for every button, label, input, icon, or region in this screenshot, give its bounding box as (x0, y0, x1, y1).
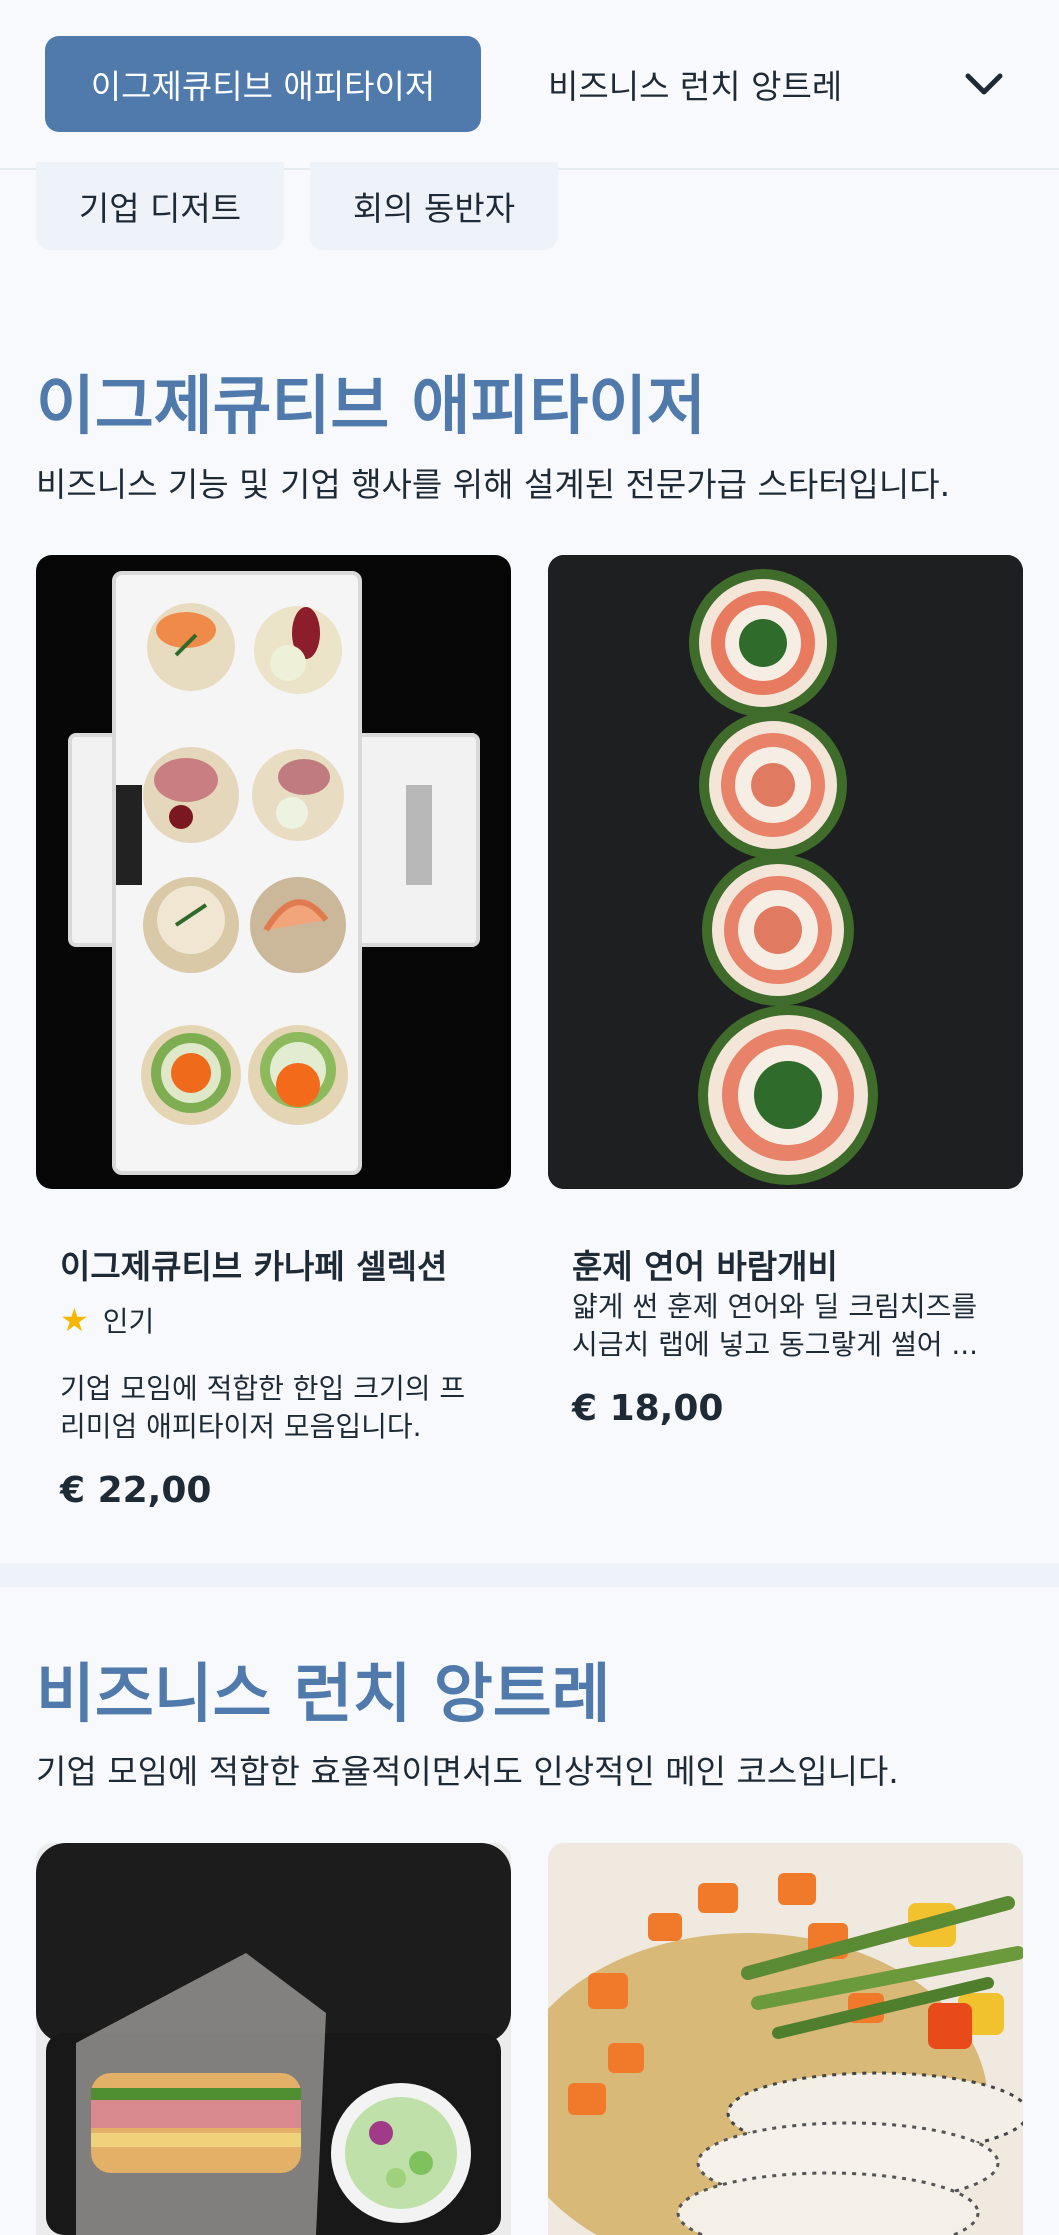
description-line: 시금치 랩에 넣고 동그랗게 썰어 ... (572, 1328, 979, 1361)
section-description-lunch-entrees: 기업 모임에 적합한 효율적이면서도 인상적인 메인 코스입니다. (36, 1752, 899, 1791)
popular-badge: ★ 인기 (60, 1300, 154, 1340)
sandwich-box-image[interactable] (36, 1843, 511, 2235)
section-description-appetizers: 비즈니스 기능 및 기업 행사를 위해 설계된 전문가급 스타터입니다. (36, 465, 951, 504)
section-title-appetizers: 이그제큐티브 애피타이저 (36, 370, 706, 444)
canape-selection-image[interactable] (36, 555, 511, 1189)
tab-business-lunch-entrees[interactable]: 비즈니스 런치 앙트레 (548, 36, 842, 132)
chevron-down-icon[interactable] (960, 60, 1008, 108)
category-chips: 기업 디저트 회의 동반자 (0, 162, 1059, 260)
product-description-canape: 기업 모임에 적합한 한입 크기의 프 리미엄 애피타이저 모음입니다. (60, 1370, 465, 1446)
description-line: 기업 모임에 적합한 한입 크기의 프 (60, 1372, 466, 1405)
category-nav: 이그제큐티브 애피타이저 비즈니스 런치 앙트레 (0, 0, 1059, 170)
section-title-lunch-entrees: 비즈니스 런치 앙트레 (36, 1658, 611, 1732)
star-icon: ★ (60, 1301, 89, 1339)
section-divider (0, 1563, 1059, 1587)
chicken-couscous-image[interactable] (548, 1843, 1023, 2235)
description-line: 리미엄 애피타이저 모음입니다. (60, 1410, 422, 1443)
chip-corporate-desserts[interactable]: 기업 디저트 (36, 162, 284, 250)
tab-executive-appetizers[interactable]: 이그제큐티브 애피타이저 (45, 36, 481, 132)
product-name-canape[interactable]: 이그제큐티브 카나페 셀렉션 (60, 1240, 447, 1288)
product-price-canape: € 22,00 (60, 1470, 212, 1511)
chip-meeting-companions[interactable]: 회의 동반자 (310, 162, 558, 250)
description-line: 얇게 썬 훈제 연어와 딜 크림치즈를 (572, 1290, 978, 1323)
salmon-pinwheels-image[interactable] (548, 555, 1023, 1189)
product-name-salmon[interactable]: 훈제 연어 바람개비 (572, 1240, 838, 1288)
product-description-salmon: 얇게 썬 훈제 연어와 딜 크림치즈를 시금치 랩에 넣고 동그랗게 썰어 ..… (572, 1288, 978, 1364)
popular-badge-label: 인기 (102, 1305, 155, 1338)
product-price-salmon: € 18,00 (572, 1388, 724, 1429)
